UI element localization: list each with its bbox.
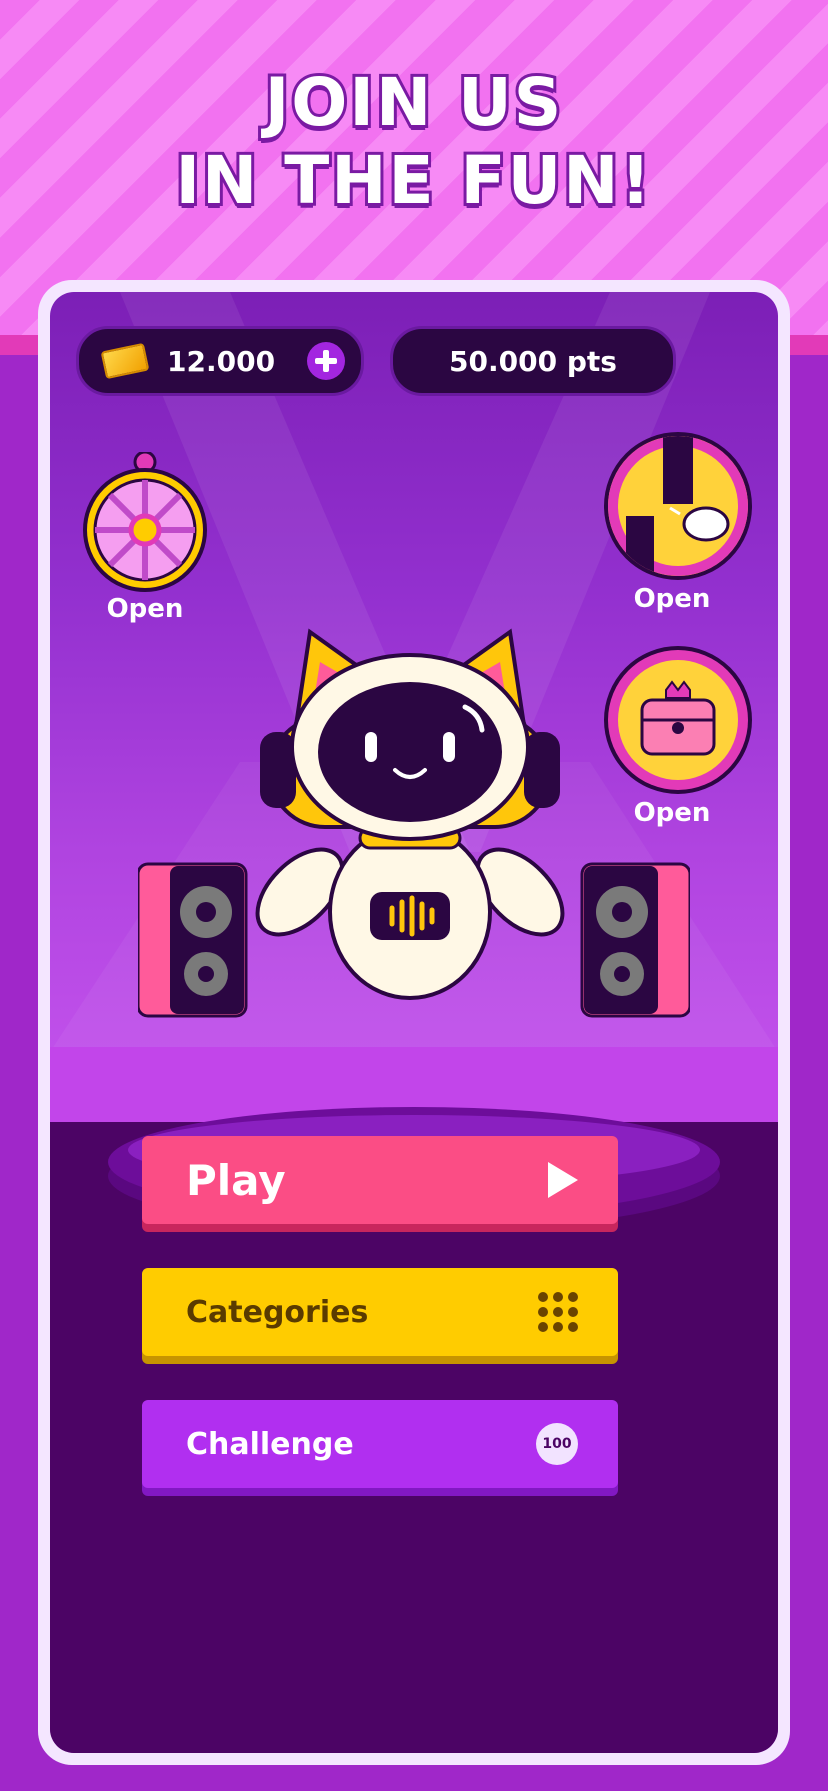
coin-amount: 12.000 [167,344,276,378]
categories-button[interactable]: Categories [142,1268,618,1356]
challenge-badge: 100 [536,1423,578,1465]
prize-wheel-icon[interactable] [80,452,210,592]
right-speaker [580,862,690,1018]
left-speaker [138,862,248,1018]
wheel-open-label[interactable]: Open [75,594,215,624]
phone-frame: 12.000 50.000 pts Open Open Open Play Ca… [38,280,790,1765]
chest-open-label[interactable]: Open [602,798,742,828]
play-button[interactable]: Play [142,1136,618,1224]
chest-art [608,650,748,790]
headline-line-2: IN THE FUN! [172,139,653,222]
categories-label: Categories [186,1294,369,1330]
play-label: Play [186,1155,286,1205]
points-value: 50.000 pts [449,344,617,378]
plus-icon[interactable] [307,342,345,380]
points-display: 50.000 pts [390,326,676,396]
piano-art [608,436,748,576]
app-screen: 12.000 50.000 pts Open Open Open Play Ca… [50,292,778,1753]
challenge-button[interactable]: Challenge 100 [142,1400,618,1488]
play-triangle-icon [548,1162,578,1198]
treasure-chest-icon[interactable] [604,646,752,794]
headline-line-1: JOIN US [262,61,565,144]
promo-headline: JOIN US IN THE FUN! [0,61,828,222]
grid-dots-icon [538,1292,578,1332]
robot-mascot [255,628,565,1000]
coin-balance[interactable]: 12.000 [76,326,364,396]
piano-tap-icon[interactable] [604,432,752,580]
challenge-label: Challenge [186,1426,354,1462]
piano-open-label[interactable]: Open [602,584,742,614]
ticket-icon [100,342,150,380]
